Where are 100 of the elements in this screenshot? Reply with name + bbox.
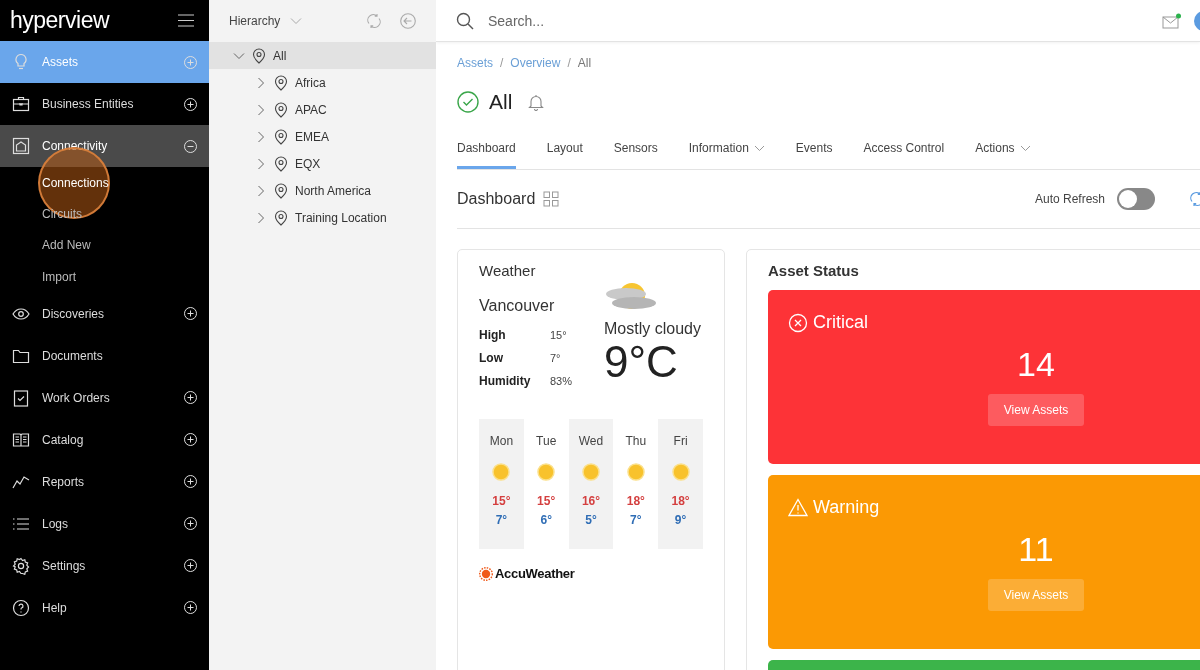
sidebar-item[interactable]: Settings [0,544,209,587]
high-temperature: 18° [671,494,690,508]
check-circle-icon [457,91,479,113]
tab[interactable]: Sensors [613,127,658,169]
tree-item[interactable]: All [209,42,436,69]
tree-item[interactable]: Africa [209,69,436,96]
expand-icon[interactable] [184,307,197,321]
book-icon [12,430,30,449]
breadcrumb-separator: / [500,56,504,70]
chevron-right-icon[interactable] [255,211,267,224]
high-temperature: 18° [626,494,645,508]
stat-label: Humidity [479,373,532,388]
sidebar-item[interactable]: Help [0,586,209,629]
refresh-icon[interactable] [366,13,382,29]
low-temperature: 6° [540,513,552,527]
tree-item[interactable]: Training Location [209,204,436,231]
mail-icon[interactable] [1162,12,1182,29]
low-temperature: 9° [674,513,687,527]
tree-item[interactable]: EQX [209,150,436,177]
menu-label: Help [42,600,68,615]
tab[interactable]: Information [688,127,765,169]
menu-label: Catalog [42,432,85,447]
sidebar-item[interactable]: Documents [0,334,209,377]
sun-logo-icon [479,566,493,581]
chevron-right-icon[interactable] [255,130,267,143]
status-label: Warning [813,497,880,518]
menu-label: Work Orders [42,390,111,405]
city-name: Vancouver [479,297,556,315]
sidebar-item[interactable]: Discoveries [0,292,209,335]
tab[interactable]: Actions [975,127,1031,169]
sun-icon [536,462,557,482]
logo: hyperview [10,7,110,34]
low-temperature: 5° [585,513,597,527]
back-icon[interactable] [400,13,416,29]
tree-item[interactable]: North America [209,177,436,204]
toggle-label: Auto Refresh [1034,192,1105,206]
chevron-right-icon[interactable] [255,184,267,197]
tab[interactable]: Events [795,127,833,169]
high-temperature: 16° [581,494,601,508]
sun-icon [670,462,691,482]
submenu-item[interactable]: Add New [0,229,209,262]
tab[interactable]: Layout [546,127,583,169]
menu-icon[interactable] [178,14,194,27]
search-icon[interactable] [456,11,474,30]
high-temperature: 15° [537,494,556,508]
bell-icon[interactable] [528,93,545,111]
expand-icon[interactable] [184,559,197,573]
sidebar-item[interactable]: Connectivity [0,125,209,167]
sidebar-item[interactable]: Reports [0,460,209,503]
sidebar-item[interactable]: Logs [0,502,209,545]
expand-icon[interactable] [184,433,197,447]
card-title: Asset Status [768,262,860,279]
temperature: 9°C [604,338,679,387]
menu-label: Logs [42,516,70,531]
settings-icon [12,556,30,575]
menu-label: Connectivity [42,139,109,153]
expand-icon[interactable] [184,97,197,111]
sidebar-item[interactable]: Catalog [0,418,209,461]
status-label: Critical [813,312,868,333]
chevron-right-icon[interactable] [255,76,267,89]
day-name: Mon [489,434,514,448]
chevron-right-icon[interactable] [255,103,267,116]
day-name: Thu [625,434,647,448]
grid-icon[interactable] [543,191,560,207]
expand-icon[interactable] [184,475,197,489]
location-pin-icon [274,209,288,226]
tree-item[interactable]: APAC [209,96,436,123]
location-pin-icon [274,182,288,199]
provider-logo: AccuWeather [495,566,575,581]
collapse-icon[interactable] [184,139,197,153]
menu-label: Reports [42,474,86,489]
chevron-right-icon[interactable] [255,157,267,170]
caret-icon [1019,144,1031,152]
caret-icon [753,144,765,152]
menu-label: Documents [42,348,104,363]
card-title: Weather [479,262,537,279]
sidebar-item[interactable]: Work Orders [0,376,209,419]
status-count: 11 [1018,530,1054,569]
sidebar-item[interactable]: Business Entities [0,83,209,125]
location-pin-icon [274,128,288,145]
stat-value: 83% [550,374,573,387]
expand-icon[interactable] [184,517,197,531]
tab[interactable]: Access Control [863,127,945,169]
status-count: 14 [1017,345,1055,384]
expand-icon[interactable] [184,391,197,405]
page-title: All [489,90,513,114]
submenu-item[interactable]: Import [0,261,209,293]
day-name: Wed [578,434,604,448]
tree-item[interactable]: EMEA [209,123,436,150]
section-heading: Dashboard [457,190,536,208]
breadcrumb-separator: / [567,56,571,70]
expand-icon[interactable] [184,601,197,615]
location-pin-icon [274,74,288,91]
breadcrumb-current: All [577,56,592,70]
submenu-item[interactable]: Connections [0,167,209,199]
auto-refresh-toggle[interactable] [1117,188,1155,210]
view-dropdown[interactable]: Hierarchy [229,14,348,28]
tab[interactable]: Dashboard [457,127,516,169]
stat-value: 15° [550,328,567,341]
low-temperature: 7° [495,513,508,527]
